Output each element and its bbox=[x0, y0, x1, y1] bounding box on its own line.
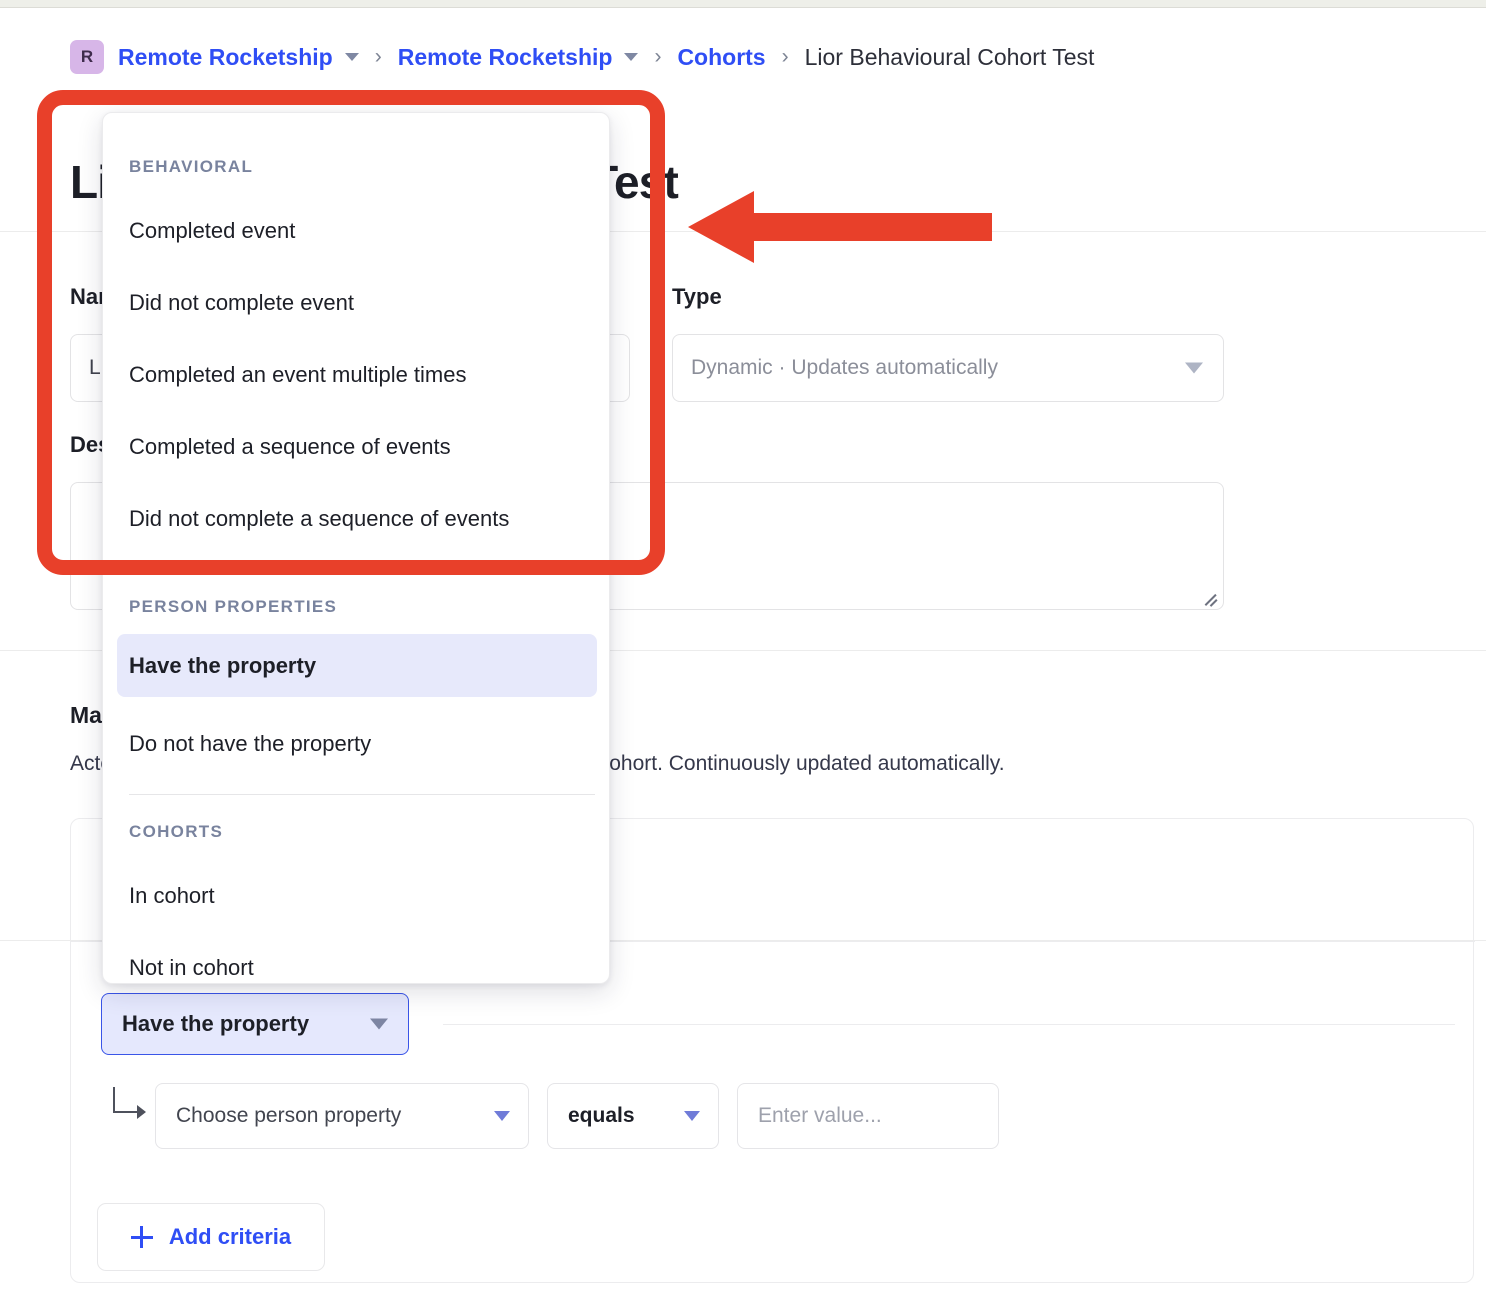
dropdown-item-completed-event-multiple-times[interactable]: Completed an event multiple times bbox=[129, 362, 467, 388]
arrow-shape bbox=[688, 191, 992, 263]
dropdown-item-not-in-cohort[interactable]: Not in cohort bbox=[129, 955, 254, 981]
dropdown-item-completed-sequence-of-events[interactable]: Completed a sequence of events bbox=[129, 434, 451, 460]
window-top-divider bbox=[0, 7, 1486, 8]
dropdown-item-have-the-property-label: Have the property bbox=[129, 653, 316, 679]
dropdown-item-have-the-property[interactable]: Have the property bbox=[117, 634, 597, 697]
chevron-down-icon[interactable] bbox=[624, 53, 638, 61]
dropdown-group-label-cohorts: COHORTS bbox=[129, 822, 223, 842]
breadcrumb: R Remote Rocketship › Remote Rocketship … bbox=[70, 38, 1094, 76]
type-select[interactable]: Dynamic · Updates automatically bbox=[672, 334, 1224, 402]
breadcrumb-item-project[interactable]: Remote Rocketship bbox=[398, 44, 613, 71]
value-input-placeholder: Enter value... bbox=[758, 1104, 882, 1128]
chevron-down-icon bbox=[684, 1111, 700, 1121]
add-criteria-label: Add criteria bbox=[169, 1224, 291, 1250]
breadcrumb-separator: › bbox=[782, 45, 789, 69]
person-property-select[interactable]: Choose person property bbox=[155, 1083, 529, 1149]
breadcrumb-separator: › bbox=[375, 45, 382, 69]
dropdown-item-do-not-have-the-property[interactable]: Do not have the property bbox=[129, 731, 371, 757]
org-avatar[interactable]: R bbox=[70, 40, 104, 74]
type-select-value: Dynamic · Updates automatically bbox=[691, 356, 998, 380]
criteria-rule-line bbox=[443, 1024, 1455, 1025]
breadcrumb-item-current: Lior Behavioural Cohort Test bbox=[805, 44, 1095, 71]
chevron-down-icon bbox=[494, 1111, 510, 1121]
person-property-value: Choose person property bbox=[176, 1104, 401, 1128]
operator-select[interactable]: equals bbox=[547, 1083, 719, 1149]
type-field-label: Type bbox=[672, 284, 722, 310]
dropdown-divider bbox=[129, 794, 595, 795]
chevron-down-icon bbox=[370, 1019, 388, 1030]
value-input[interactable]: Enter value... bbox=[737, 1083, 999, 1149]
breadcrumb-separator: › bbox=[654, 45, 661, 69]
dropdown-group-label-behavioral: BEHAVIORAL bbox=[129, 157, 253, 177]
dropdown-item-did-not-complete-sequence-of-events[interactable]: Did not complete a sequence of events bbox=[129, 506, 509, 532]
annotation-pointer-arrow-left bbox=[688, 191, 992, 263]
add-criteria-button[interactable]: Add criteria bbox=[97, 1203, 325, 1271]
branch-arrow-icon bbox=[113, 1087, 147, 1121]
chevron-down-icon[interactable] bbox=[345, 53, 359, 61]
criteria-condition-value: Have the property bbox=[122, 1011, 309, 1037]
chevron-down-icon bbox=[1185, 363, 1203, 374]
operator-value: equals bbox=[568, 1104, 635, 1128]
dropdown-item-completed-event[interactable]: Completed event bbox=[129, 218, 295, 244]
criteria-condition-select[interactable]: Have the property bbox=[101, 993, 409, 1055]
dropdown-item-in-cohort[interactable]: In cohort bbox=[129, 883, 215, 909]
resize-handle-icon[interactable] bbox=[1203, 590, 1217, 604]
criteria-type-dropdown[interactable]: BEHAVIORAL Completed event Did not compl… bbox=[102, 112, 610, 984]
breadcrumb-item-cohorts[interactable]: Cohorts bbox=[677, 44, 765, 71]
plus-icon bbox=[131, 1226, 153, 1248]
dropdown-group-label-person-properties: PERSON PROPERTIES bbox=[129, 597, 337, 617]
dropdown-item-did-not-complete-event[interactable]: Did not complete event bbox=[129, 290, 354, 316]
breadcrumb-item-organization[interactable]: Remote Rocketship bbox=[118, 44, 333, 71]
